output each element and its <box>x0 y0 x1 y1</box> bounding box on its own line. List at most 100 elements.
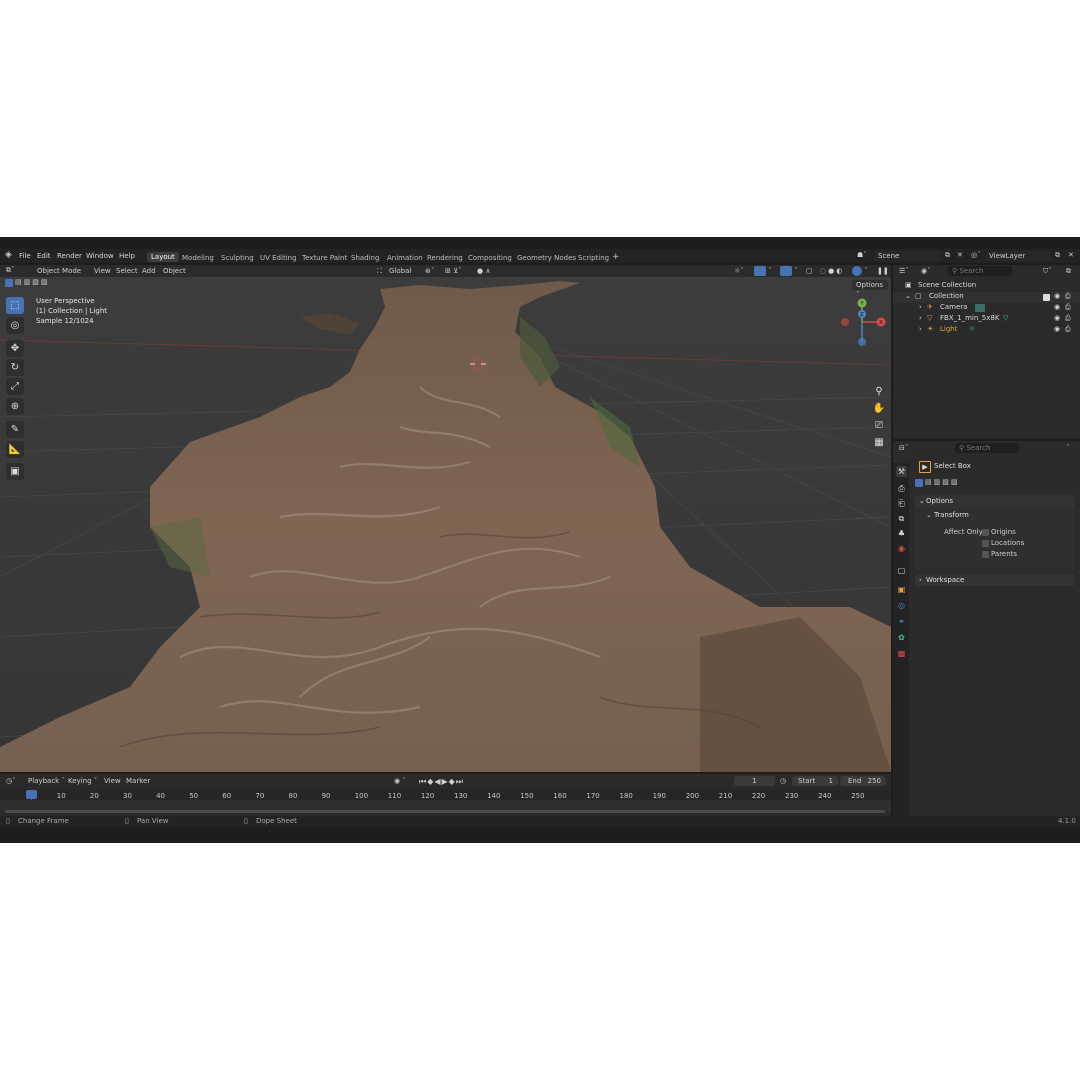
outliner-row-camera[interactable]: › ✈ Camera ◉ ⎙ <box>893 303 1080 314</box>
menu-edit[interactable]: Edit <box>37 252 51 260</box>
gizmo-dropdown-icon[interactable]: ˇ <box>768 267 772 276</box>
shading-mode-icons[interactable]: ◌●◐ <box>820 267 844 276</box>
gizmo-toggle-icon[interactable] <box>754 266 766 276</box>
preview-range-icon[interactable]: ◷ <box>780 777 786 786</box>
transform-subpanel-title[interactable]: Transform <box>934 511 969 520</box>
end-frame-field[interactable]: End 250 <box>840 776 886 786</box>
viewport-menu-view[interactable]: View <box>94 267 111 276</box>
keying-menu[interactable]: Keying ˇ <box>68 777 97 786</box>
menu-render[interactable]: Render <box>57 252 82 260</box>
menu-window[interactable]: Window <box>86 252 114 260</box>
tab-geometry-nodes[interactable]: Geometry Nodes <box>517 254 576 262</box>
add-cube-tool-icon[interactable]: ▣ <box>6 463 24 480</box>
transform-chevron-icon[interactable]: ⌄ <box>926 511 932 520</box>
options-chevron-icon[interactable]: ⌄ <box>919 497 925 506</box>
outliner-editor-icon[interactable]: ☰ˇ <box>899 267 909 276</box>
visibility-icon[interactable]: ☼ˇ <box>734 267 744 276</box>
viewport-menu-select[interactable]: Select <box>116 267 138 276</box>
rotate-tool-icon[interactable]: ↻ <box>6 359 24 376</box>
expand-chevron-icon[interactable]: › <box>919 325 922 333</box>
visibility-eye-icon[interactable]: ◉ <box>1054 292 1060 300</box>
tab-rendering[interactable]: Rendering <box>427 254 463 262</box>
new-collection-icon[interactable]: ⧉ <box>1066 267 1071 276</box>
xray-toggle-icon[interactable]: ▢ <box>806 267 813 276</box>
new-view-layer-icon[interactable]: ⧉ <box>1055 251 1060 260</box>
timeline-scrollbar[interactable] <box>5 810 885 813</box>
outliner-row-mesh[interactable]: › ▽ FBX_1_min_5x8K ▽ ◉ ⎙ <box>893 314 1080 325</box>
start-frame-field[interactable]: Start 1 <box>792 776 838 786</box>
collapse-chevron-icon[interactable]: ⌄ <box>905 292 911 300</box>
tab-compositing[interactable]: Compositing <box>468 254 512 262</box>
3d-viewport[interactable]: User Perspective (1) Collection | Light … <box>0 277 891 772</box>
physics-tab-icon[interactable]: ◎ <box>896 600 907 611</box>
menu-help[interactable]: Help <box>119 252 135 260</box>
collection-tab-icon[interactable]: ▢ <box>896 565 907 576</box>
workspace-chevron-icon[interactable]: › <box>919 576 922 585</box>
object-tab-icon[interactable]: ▣ <box>896 584 907 595</box>
timeline-view-menu[interactable]: View <box>104 777 121 786</box>
editor-type-icon[interactable]: ⧉ˇ <box>6 266 15 275</box>
transform-orientation-icon[interactable]: ⛶ <box>377 267 382 276</box>
render-camera-icon[interactable]: ⎙ <box>1065 325 1071 334</box>
properties-options-icon[interactable]: ˇ <box>1066 444 1070 453</box>
transform-orientation-dropdown[interactable]: Global <box>389 267 411 276</box>
menu-file[interactable]: File <box>19 252 31 260</box>
current-frame-field[interactable]: 1 <box>734 776 775 786</box>
render-camera-icon[interactable]: ⎙ <box>1065 292 1071 301</box>
properties-search-input[interactable]: ⚲ Search <box>955 443 1019 453</box>
pause-render-icon[interactable]: ❚❚ <box>877 267 889 276</box>
move-tool-icon[interactable]: ✥ <box>6 340 24 357</box>
viewport-menu-object[interactable]: Object <box>163 267 186 276</box>
tab-layout[interactable]: Layout <box>147 252 179 262</box>
shading-dropdown-icon[interactable]: ˇ <box>864 267 868 276</box>
auto-keying-icon[interactable]: ◉ ˇ <box>394 777 406 786</box>
transform-tool-icon[interactable]: ⊕ <box>6 398 24 415</box>
cursor-tool-icon[interactable]: ◎ <box>6 317 24 334</box>
render-camera-icon[interactable]: ⎙ <box>1065 314 1071 323</box>
visibility-eye-icon[interactable]: ◉ <box>1054 314 1060 322</box>
options-dropdown[interactable]: Options ˇ <box>852 280 888 299</box>
visibility-eye-icon[interactable]: ◉ <box>1054 303 1060 311</box>
blender-logo-icon[interactable]: ◈ <box>5 251 12 260</box>
playback-menu[interactable]: Playback ˇ <box>28 777 65 786</box>
proportional-edit-icon[interactable]: ● ∧ <box>477 267 490 276</box>
select-new-icon[interactable] <box>915 479 923 487</box>
outliner-row-scene-collection[interactable]: ▣ Scene Collection <box>893 281 1080 292</box>
ortho-grid-icon[interactable]: ▦ <box>870 435 888 449</box>
outliner-row-light[interactable]: › ☀ Light ☼ ◉ ⎙ <box>893 325 1080 336</box>
tab-sculpting[interactable]: Sculpting <box>221 254 254 262</box>
navigation-gizmo[interactable]: X Y Z <box>832 292 891 352</box>
playhead[interactable] <box>26 790 37 799</box>
playback-controls[interactable]: ⏮◆◀▶◆⏭ <box>419 777 464 786</box>
timeline-marker-menu[interactable]: Marker <box>126 777 150 786</box>
viewport-menu-add[interactable]: Add <box>142 267 156 276</box>
scale-tool-icon[interactable]: ⤢ <box>6 378 24 395</box>
filter-icon[interactable]: ⛉ˇ <box>1043 267 1052 276</box>
scene-tab-icon[interactable]: ♣ <box>896 528 907 539</box>
view-layer-icon[interactable]: ◎ˇ <box>971 251 981 260</box>
tool-tab-icon[interactable]: ⚒ <box>896 466 907 477</box>
properties-editor-icon[interactable]: ⊟ˇ <box>899 444 908 453</box>
view-layer-selector[interactable]: ViewLayer <box>985 251 1051 261</box>
object-mode-dropdown[interactable]: Object Mode <box>25 266 89 276</box>
pivot-point-icon[interactable]: ⊛ˇ <box>425 267 434 276</box>
tab-animation[interactable]: Animation <box>387 254 423 262</box>
world-tab-icon[interactable]: ◉ <box>896 543 907 554</box>
annotate-tool-icon[interactable]: ✎ <box>6 421 24 438</box>
collection-enabled-checkbox[interactable] <box>1043 294 1050 301</box>
render-camera-icon[interactable]: ⎙ <box>1065 303 1071 312</box>
visibility-eye-icon[interactable]: ◉ <box>1054 325 1060 333</box>
delete-view-layer-icon[interactable]: ✕ <box>1068 251 1074 260</box>
scene-selector[interactable]: Scene <box>874 251 942 261</box>
rendered-shading-icon[interactable] <box>852 266 862 276</box>
delete-scene-icon[interactable]: ✕ <box>957 251 963 260</box>
output-tab-icon[interactable]: ⎗ <box>896 498 907 509</box>
zoom-icon[interactable]: ⚲ <box>870 384 888 398</box>
origins-checkbox[interactable] <box>982 529 989 536</box>
workspace-panel-title[interactable]: Workspace <box>926 576 964 585</box>
workspace-panel[interactable]: › Workspace <box>915 574 1075 586</box>
display-mode-icon[interactable]: ◉ˇ <box>921 267 931 276</box>
new-scene-icon[interactable]: ⧉ <box>945 251 950 260</box>
timeline-editor-icon[interactable]: ◷ˇ <box>6 777 16 786</box>
expand-chevron-icon[interactable]: › <box>919 303 922 311</box>
